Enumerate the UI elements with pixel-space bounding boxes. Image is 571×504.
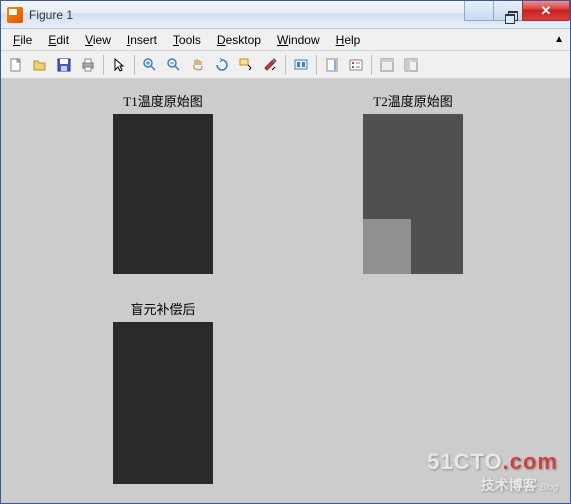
subplot-compensated: 盲元补偿后: [113, 299, 213, 487]
menubar: File Edit View Insert Tools Desktop Wind…: [1, 29, 570, 51]
save-icon: [56, 57, 72, 73]
watermark: 51CTO.com 技术博客 Blog: [427, 449, 558, 495]
window-title: Figure 1: [29, 8, 73, 22]
rotate-icon: [214, 57, 230, 73]
menu-edit[interactable]: Edit: [40, 31, 77, 49]
menu-help[interactable]: Help: [328, 31, 369, 49]
menu-desktop[interactable]: Desktop: [209, 31, 269, 49]
watermark-sub: 技术博客 Blog: [427, 475, 558, 495]
separator: [285, 55, 286, 75]
brush-icon: [262, 57, 278, 73]
save-button[interactable]: [53, 54, 75, 76]
app-icon: [7, 7, 23, 23]
subplot-t2-patch: [363, 219, 411, 274]
subplot-t2: T2温度原始图: [363, 91, 463, 277]
zoom-in-icon: [142, 57, 158, 73]
separator: [134, 55, 135, 75]
menu-view[interactable]: View: [77, 31, 119, 49]
new-icon: [8, 57, 24, 73]
separator: [371, 55, 372, 75]
subplot-t1-title: T1温度原始图: [113, 91, 213, 110]
open-button[interactable]: [29, 54, 51, 76]
dock-icon: [403, 57, 419, 73]
minimize-button[interactable]: [464, 1, 494, 21]
link-icon: [293, 57, 309, 73]
window-controls: ✕: [465, 1, 570, 21]
figure-window: Figure 1 ✕ File Edit View Insert Tools D…: [0, 0, 571, 504]
zoom-out-icon: [166, 57, 182, 73]
print-button[interactable]: [77, 54, 99, 76]
rotate-button[interactable]: [211, 54, 233, 76]
pointer-icon: [111, 57, 127, 73]
brush-button[interactable]: [259, 54, 281, 76]
hide-tools-button[interactable]: [376, 54, 398, 76]
figure-area[interactable]: T1温度原始图 T2温度原始图 盲元补偿后 51CTO.com 技术博客 Blo…: [1, 79, 570, 503]
datacursor-icon: [238, 57, 254, 73]
toolbar: [1, 51, 570, 79]
pointer-button[interactable]: [108, 54, 130, 76]
subplot-t2-image: [363, 114, 463, 274]
pan-icon: [190, 57, 206, 73]
menu-window[interactable]: Window: [269, 31, 328, 49]
zoom-out-button[interactable]: [163, 54, 185, 76]
pan-button[interactable]: [187, 54, 209, 76]
subplot-t1-image: [113, 114, 213, 274]
print-icon: [80, 57, 96, 73]
legend-button[interactable]: [345, 54, 367, 76]
new-button[interactable]: [5, 54, 27, 76]
datacursor-button[interactable]: [235, 54, 257, 76]
subplot-t1: T1温度原始图: [113, 91, 213, 277]
menu-tools[interactable]: Tools: [165, 31, 209, 49]
subplot-comp-title: 盲元补偿后: [113, 299, 213, 318]
zoom-in-button[interactable]: [139, 54, 161, 76]
link-button[interactable]: [290, 54, 312, 76]
maximize-button[interactable]: [493, 1, 523, 21]
menu-file[interactable]: File: [5, 31, 40, 49]
separator: [103, 55, 104, 75]
colorbar-icon: [324, 57, 340, 73]
titlebar[interactable]: Figure 1 ✕: [1, 1, 570, 29]
dock-button[interactable]: [400, 54, 422, 76]
separator: [316, 55, 317, 75]
watermark-main: 51CTO.com: [427, 449, 558, 475]
close-button[interactable]: ✕: [522, 1, 570, 21]
legend-icon: [348, 57, 364, 73]
close-icon: ✕: [541, 3, 552, 19]
open-icon: [32, 57, 48, 73]
menu-insert[interactable]: Insert: [119, 31, 165, 49]
colorbar-button[interactable]: [321, 54, 343, 76]
menu-expand-icon[interactable]: ▲: [554, 34, 564, 45]
hide-icon: [379, 57, 395, 73]
subplot-comp-image: [113, 322, 213, 484]
subplot-t2-title: T2温度原始图: [363, 91, 463, 110]
